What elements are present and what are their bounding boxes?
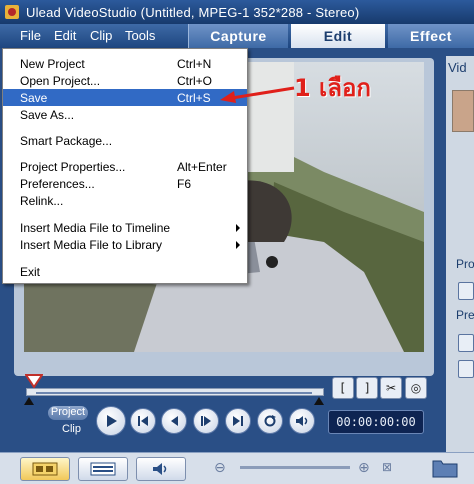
menu-item-save[interactable]: Save Ctrl+S (3, 89, 247, 106)
timeline-view-button[interactable] (78, 457, 128, 481)
panel-label-2: Pre (456, 308, 474, 322)
timeline-view-icon (90, 462, 116, 476)
end-button[interactable] (225, 408, 251, 434)
bottom-toolbar (0, 452, 474, 484)
menu-tools[interactable]: Tools (125, 28, 155, 43)
menu-item-project-properties[interactable]: Project Properties... Alt+Enter (3, 158, 247, 175)
audio-view-icon (153, 463, 167, 475)
menu-separator (4, 152, 246, 153)
audio-view-button[interactable] (136, 457, 186, 481)
panel-label-1: Pro (456, 257, 474, 271)
timecode-display[interactable]: 00:00:00:00 (328, 410, 424, 434)
zoom-in-icon[interactable]: ⊕ (358, 460, 370, 476)
menu-bar: File Edit Clip Tools Capture Edit Effect (0, 24, 474, 48)
clip-mode-toggle[interactable]: Clip (62, 423, 81, 435)
menu-item-smart-package[interactable]: Smart Package... (3, 132, 247, 149)
volume-icon (296, 416, 308, 426)
menu-item-preferences[interactable]: Preferences... F6 (3, 175, 247, 192)
menu-item-exit[interactable]: Exit (3, 263, 247, 280)
file-menu-dropdown: New Project Ctrl+N Open Project... Ctrl+… (2, 48, 248, 284)
trim-end-icon[interactable] (314, 397, 324, 405)
menu-edit[interactable]: Edit (54, 28, 76, 43)
trim-start-icon[interactable] (24, 397, 34, 405)
volume-button[interactable] (289, 408, 315, 434)
tab-edit[interactable]: Edit (291, 24, 385, 48)
tab-capture[interactable]: Capture (188, 24, 288, 48)
home-icon (138, 416, 148, 426)
submenu-arrow-icon (236, 224, 240, 232)
cut-clip-icon[interactable]: ✂ (380, 377, 402, 399)
library-category-label: Vid (448, 60, 467, 75)
menu-item-insert-to-library[interactable]: Insert Media File to Library (3, 236, 247, 253)
side-clock-button[interactable] (458, 282, 474, 300)
menu-clip[interactable]: Clip (90, 28, 112, 43)
menu-separator (4, 256, 246, 257)
play-icon (107, 415, 117, 427)
play-button[interactable] (96, 406, 126, 436)
snapshot-icon[interactable]: ◎ (405, 377, 427, 399)
storyboard-view-icon (32, 462, 58, 476)
side-prev-button[interactable] (458, 334, 474, 352)
mark-out-button[interactable]: ] (356, 377, 378, 399)
previous-icon (171, 416, 178, 426)
repeat-button[interactable] (257, 408, 283, 434)
folder-icon[interactable] (432, 457, 458, 479)
project-mode-toggle[interactable]: Project (48, 406, 88, 420)
next-icon (201, 416, 211, 426)
scrub-range (36, 392, 312, 394)
menu-separator (4, 212, 246, 213)
previous-frame-button[interactable] (161, 408, 187, 434)
home-button[interactable] (130, 408, 156, 434)
menu-separator (4, 126, 246, 127)
menu-file[interactable]: File (20, 28, 41, 43)
app-icon (5, 5, 19, 19)
window-title: Ulead VideoStudio (Untitled, MPEG-1 352*… (26, 4, 360, 20)
mark-in-button[interactable]: [ (332, 377, 354, 399)
annotation-label: 1 เลือก (294, 74, 371, 102)
side-next-button[interactable] (458, 360, 474, 378)
annotation-arrow-icon (220, 86, 295, 103)
zoom-out-icon[interactable]: ⊖ (214, 460, 226, 476)
next-frame-button[interactable] (193, 408, 219, 434)
zoom-slider[interactable] (240, 466, 350, 469)
storyboard-view-button[interactable] (20, 457, 70, 481)
repeat-icon (264, 415, 276, 427)
library-thumbnail[interactable] (452, 90, 474, 132)
fit-to-window-icon[interactable]: ⊠ (382, 460, 392, 474)
menu-item-insert-to-timeline[interactable]: Insert Media File to Timeline (3, 219, 247, 236)
menu-item-save-as[interactable]: Save As... (3, 106, 247, 123)
menu-item-new-project[interactable]: New Project Ctrl+N (3, 55, 247, 72)
playhead-icon[interactable] (25, 374, 43, 388)
menu-item-open-project[interactable]: Open Project... Ctrl+O (3, 72, 247, 89)
menu-item-relink[interactable]: Relink... (3, 192, 247, 209)
submenu-arrow-icon (236, 241, 240, 249)
tab-effect[interactable]: Effect (388, 24, 474, 48)
end-icon (233, 416, 243, 426)
title-bar: Ulead VideoStudio (Untitled, MPEG-1 352*… (0, 0, 474, 24)
